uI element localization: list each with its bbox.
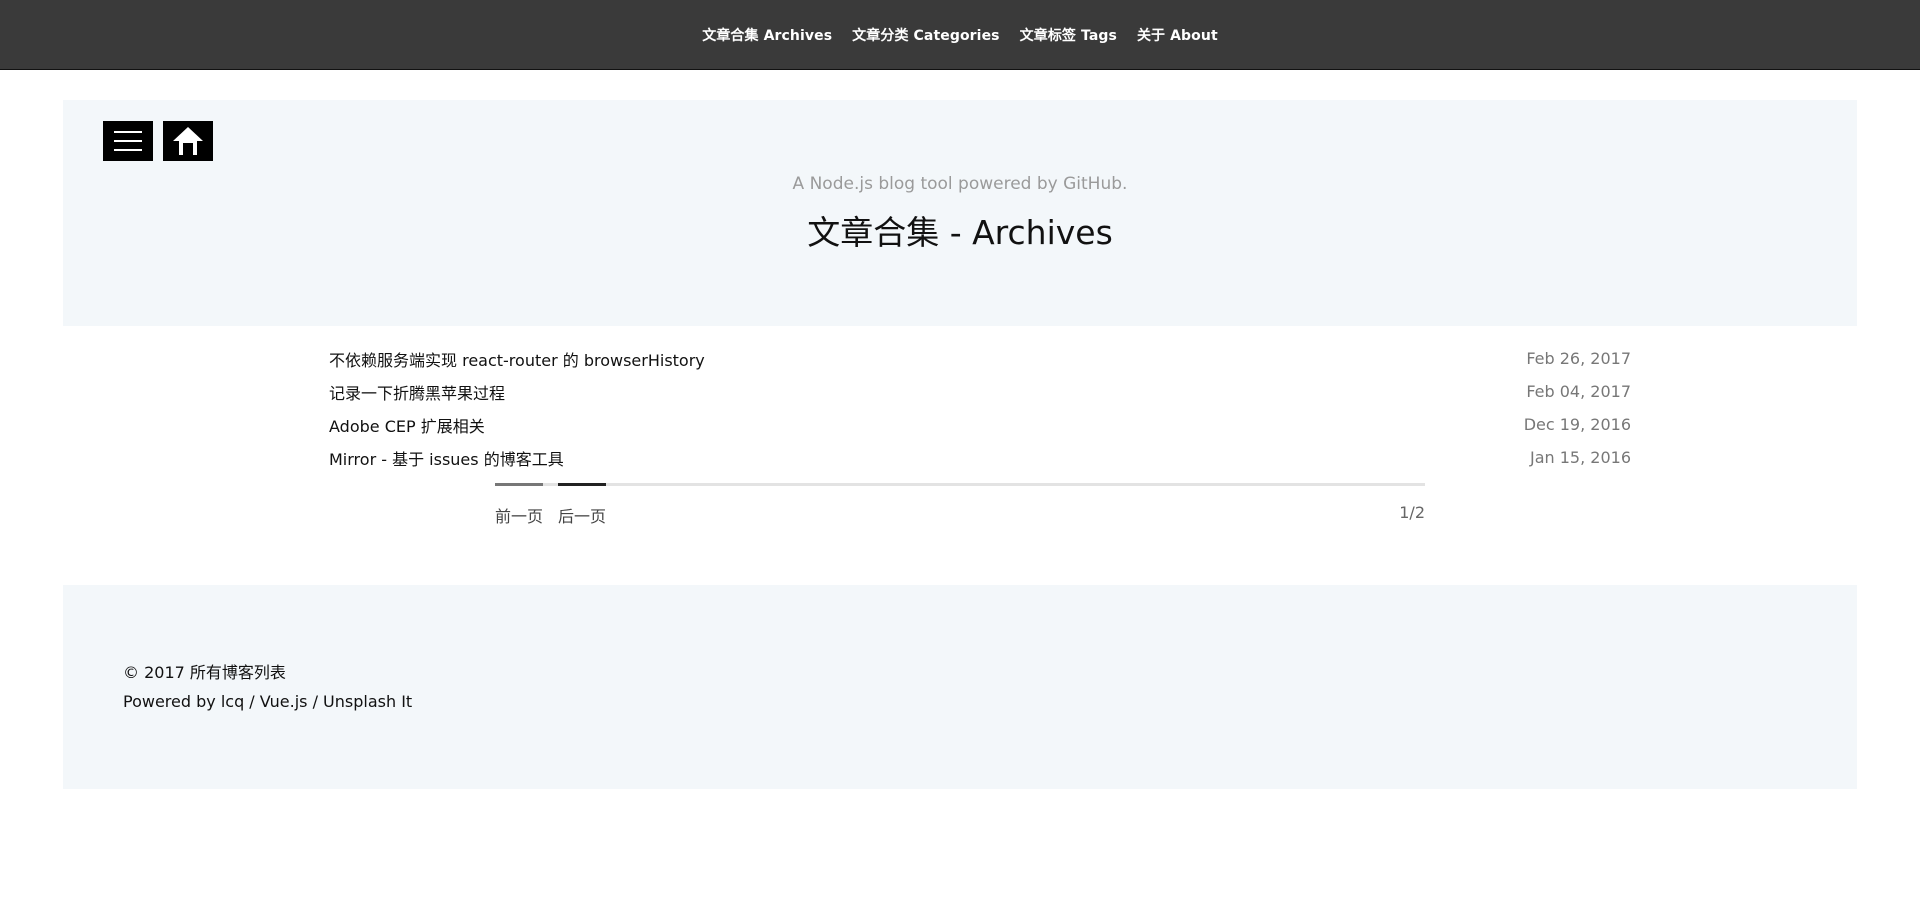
footer-copyright: © 2017 所有博客列表 — [123, 663, 286, 682]
nav-tags[interactable]: 文章标签 Tags — [1020, 25, 1117, 45]
next-page-button[interactable]: 后一页 — [558, 503, 606, 527]
list-item: 不依赖服务端实现 react-router 的 browserHistory F… — [329, 342, 1631, 375]
page-title: 文章合集 - Archives — [807, 213, 1113, 252]
top-navigation: 文章合集 Archives 文章分类 Categories 文章标签 Tags … — [0, 0, 1920, 70]
hero-banner: A Node.js blog tool powered by GitHub. 文… — [63, 100, 1857, 326]
footer: © 2017 所有博客列表 Powered by lcq / Vue.js / … — [63, 585, 1857, 789]
prev-page-button[interactable]: 前一页 — [495, 503, 543, 527]
post-title-link[interactable]: Mirror - 基于 issues 的博客工具 — [329, 446, 564, 470]
page-indicator: 1/2 — [1399, 503, 1425, 522]
pagination: 前一页 后一页 1/2 — [495, 483, 1425, 529]
post-title-link[interactable]: 不依赖服务端实现 react-router 的 browserHistory — [329, 347, 705, 371]
pagination-controls: 前一页 后一页 1/2 — [495, 503, 1425, 529]
post-date: Dec 19, 2016 — [1523, 415, 1631, 434]
nav-categories[interactable]: 文章分类 Categories — [852, 25, 999, 45]
post-date: Feb 26, 2017 — [1526, 349, 1631, 368]
pagination-prev-indicator — [495, 483, 543, 486]
list-item: 记录一下折腾黑苹果过程 Feb 04, 2017 — [329, 375, 1631, 408]
menu-icon — [114, 131, 142, 151]
home-button[interactable] — [163, 121, 213, 161]
nav-about[interactable]: 关于 About — [1137, 25, 1218, 45]
post-title-link[interactable]: Adobe CEP 扩展相关 — [329, 413, 485, 437]
site-tagline: A Node.js blog tool powered by GitHub. — [792, 174, 1128, 194]
pagination-track — [495, 483, 1425, 486]
post-date: Jan 15, 2016 — [1530, 448, 1631, 467]
nav-archives[interactable]: 文章合集 Archives — [702, 25, 832, 45]
post-title-link[interactable]: 记录一下折腾黑苹果过程 — [329, 380, 505, 404]
list-item: Mirror - 基于 issues 的博客工具 Jan 15, 2016 — [329, 441, 1631, 474]
menu-button[interactable] — [103, 121, 153, 161]
post-list: 不依赖服务端实现 react-router 的 browserHistory F… — [329, 342, 1631, 474]
list-item: Adobe CEP 扩展相关 Dec 19, 2016 — [329, 408, 1631, 441]
home-icon — [173, 127, 203, 155]
pagination-next-indicator — [558, 483, 606, 486]
post-date: Feb 04, 2017 — [1526, 382, 1631, 401]
footer-powered-by: Powered by lcq / Vue.js / Unsplash It — [123, 692, 413, 711]
